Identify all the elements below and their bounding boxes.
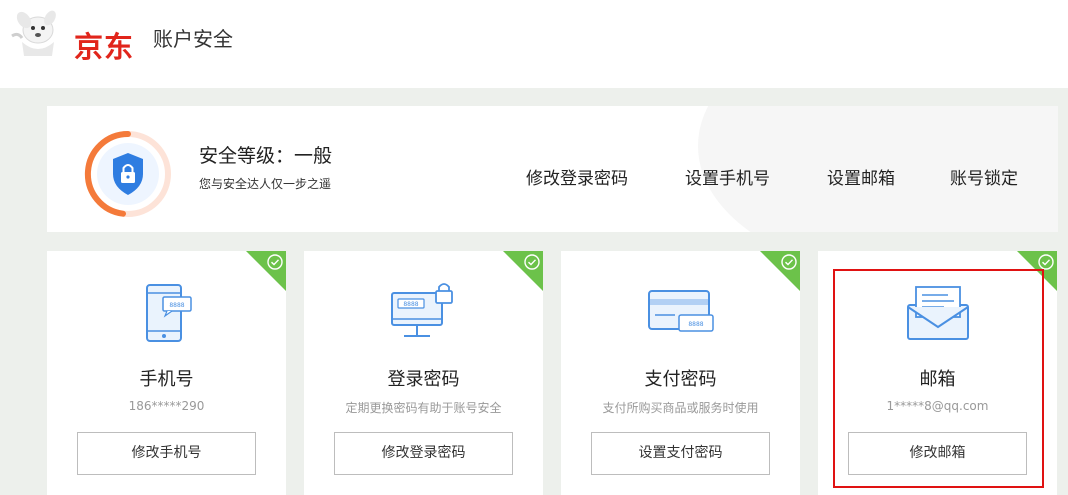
envelope-icon	[906, 286, 969, 340]
change-login-password-button[interactable]: 修改登录密码	[334, 432, 513, 475]
card-phone: 8888 手机号 186*****290 修改手机号	[47, 251, 286, 495]
card-description: 186*****290	[128, 399, 205, 413]
page-header: 京东 账户安全	[0, 0, 1068, 88]
card-title: 邮箱	[919, 369, 956, 390]
svg-text:8888: 8888	[688, 321, 703, 328]
card-title: 登录密码	[387, 369, 460, 390]
card-title: 支付密码	[644, 369, 717, 390]
card-description: 支付所购买商品或服务时使用	[602, 401, 759, 415]
check-circle-icon	[1038, 254, 1054, 270]
card-payment-password: 8888 支付密码 支付所购买商品或服务时使用 设置支付密码	[561, 251, 800, 495]
check-circle-icon	[267, 254, 283, 270]
check-circle-icon	[781, 254, 797, 270]
phone-message-icon: 8888	[145, 284, 192, 342]
check-circle-icon	[524, 254, 540, 270]
brand-name: 京东	[74, 30, 135, 64]
link-account-lock[interactable]: 账号锁定	[950, 164, 1018, 189]
card-description: 定期更换密码有助于账号安全	[345, 401, 502, 415]
link-set-phone[interactable]: 设置手机号	[685, 164, 770, 189]
security-level-tip: 您与安全达人仅一步之遥	[199, 177, 332, 191]
card-title: 手机号	[139, 369, 194, 390]
card-email: 邮箱 1*****8@qq.com 修改邮箱	[818, 251, 1057, 495]
jd-logo[interactable]: 京东	[8, 6, 158, 64]
card-password-icon: 8888	[647, 290, 714, 332]
link-change-login-password[interactable]: 修改登录密码	[526, 164, 628, 189]
link-set-email[interactable]: 设置邮箱	[827, 164, 895, 189]
set-payment-password-button[interactable]: 设置支付密码	[591, 432, 770, 475]
card-login-password: 8888 登录密码 定期更换密码有助于账号安全 修改登录密码	[304, 251, 543, 495]
security-summary-panel: 安全等级：一般 您与安全达人仅一步之遥 修改登录密码 设置手机号 设置邮箱 账号…	[47, 106, 1058, 232]
svg-text:8888: 8888	[403, 301, 418, 308]
jd-dog-mascot-icon	[11, 10, 56, 56]
page-title: 账户安全	[153, 27, 233, 51]
card-description: 1*****8@qq.com	[886, 399, 989, 413]
monitor-lock-icon: 8888	[390, 283, 453, 337]
security-level-title: 安全等级：一般	[199, 145, 333, 167]
svg-text:8888: 8888	[169, 302, 184, 309]
security-level-gauge	[84, 130, 171, 217]
change-email-button[interactable]: 修改邮箱	[848, 432, 1027, 475]
change-phone-button[interactable]: 修改手机号	[77, 432, 256, 475]
